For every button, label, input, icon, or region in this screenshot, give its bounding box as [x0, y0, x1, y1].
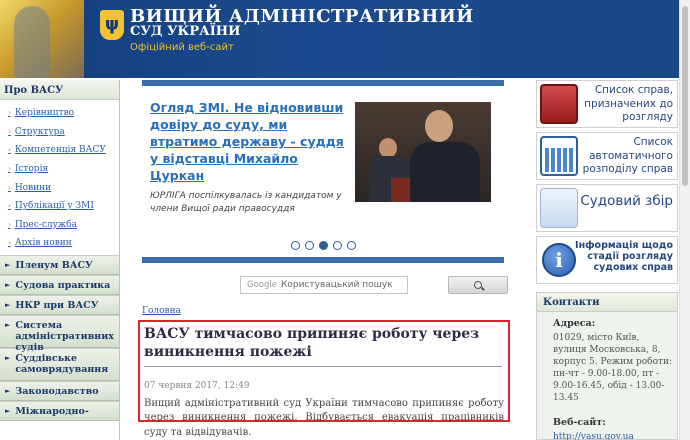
sidebar-item-legislation[interactable]: ► Законодавство — [0, 380, 119, 401]
case-folder-icon — [540, 84, 578, 124]
website-link[interactable]: http://vasu.gov.ua — [553, 432, 673, 440]
contacts-heading: Контакти — [536, 292, 678, 312]
sidebar-subitem-structure[interactable]: › Структура — [8, 123, 119, 142]
court-fee-link[interactable]: Судовий збір — [536, 184, 678, 232]
sidebar-item-practice[interactable]: ► Судова практика — [0, 274, 119, 295]
slider-dot-3[interactable] — [318, 241, 328, 250]
calculator-icon — [540, 188, 578, 228]
page-scrollbar[interactable] — [679, 0, 690, 440]
search-icon — [474, 281, 482, 289]
sidebar-section-about[interactable]: Про ВАСУ — [0, 80, 119, 100]
slide-photo[interactable] — [355, 102, 491, 202]
article-date: 07 червня 2017, 12:49 — [144, 380, 250, 391]
news-slider: Огляд ЗМІ. Не відновивши довіру до суду,… — [142, 80, 504, 263]
slider-dot-2[interactable] — [304, 241, 314, 250]
left-sidebar: Про ВАСУ › Керівництво › Структура › Компет… — [0, 80, 120, 440]
slider-dot-4[interactable] — [332, 241, 342, 250]
sidebar-subitem-news[interactable]: › Новини — [8, 178, 119, 197]
main-content: Огляд ЗМІ. Не відновивши довіру до суду,… — [130, 80, 525, 440]
slide-title-link[interactable]: Огляд ЗМІ. Не відновивши довіру до суду,… — [150, 100, 352, 184]
article-title: ВАСУ тимчасово припиняє роботу через вин… — [144, 326, 502, 367]
address-label: Адреса: — [553, 318, 596, 329]
breadcrumb[interactable]: Головна — [142, 306, 181, 316]
sidebar-subitem-press[interactable]: › Прес-служба — [8, 216, 119, 235]
cases-scheduled-link[interactable]: Список справ, призначених до розгляду — [536, 80, 678, 128]
slider-dots — [142, 241, 504, 250]
search-placeholder: Користувацький пошук — [280, 280, 393, 290]
arrow-icon: › — [8, 202, 11, 211]
sidebar-item-system[interactable]: ► Система адміністративних судів — [0, 314, 119, 353]
arrow-icon: › — [8, 239, 11, 248]
arrow-icon: ► — [5, 299, 11, 309]
sidebar-item-selfgov[interactable]: ► Суддівське самоврядування — [0, 347, 119, 381]
auto-distribution-link[interactable]: Список автоматичного розподілу справ — [536, 132, 678, 180]
info-icon: i — [542, 243, 576, 277]
arrow-icon: ► — [5, 385, 11, 395]
case-status-link[interactable]: i Інформація щодо стадії розгляду судови… — [536, 236, 678, 284]
right-sidebar: Список справ, призначених до розгляду Сп… — [536, 80, 678, 440]
sidebar-item-international[interactable]: ► Міжнародно- — [0, 400, 119, 421]
contacts-panel: Адреса: 01029, місто Київ, вулиця Москов… — [536, 312, 678, 440]
sidebar-subitems: › Керівництво › Структура › Компетенція ВАС… — [0, 100, 119, 255]
sidebar-subitem-competence[interactable]: › Компетенція ВАСУ — [8, 141, 119, 160]
calendar-icon — [540, 136, 578, 176]
arrow-icon: › — [8, 127, 11, 136]
arrow-icon: › — [8, 220, 11, 229]
site-header: ψ ВИЩИЙ АДМІНІСТРАТИВНИЙ СУД УКРАЇНИ Офі… — [0, 0, 690, 78]
address-text: 01029, місто Київ, вулиця Московська, 8,… — [553, 333, 672, 403]
sidebar-item-nkr[interactable]: ► НКР при ВАСУ — [0, 294, 119, 315]
justice-statue-image — [0, 0, 84, 78]
arrow-icon: ► — [5, 405, 11, 415]
slider-dot-5[interactable] — [346, 241, 356, 250]
website-label: Веб-сайт: — [553, 416, 606, 428]
sidebar-subitem-leadership[interactable]: › Керівництво — [8, 104, 119, 123]
trident-emblem-icon: ψ — [100, 10, 124, 40]
arrow-icon: ► — [5, 279, 11, 289]
sidebar-subitem-archive[interactable]: › Архів новин — [8, 234, 119, 253]
sidebar-item-plenum[interactable]: ► Пленум ВАСУ — [0, 254, 119, 275]
scrollbar-thumb[interactable] — [682, 6, 688, 186]
arrow-icon: › — [8, 146, 11, 155]
arrow-icon: ► — [5, 352, 11, 362]
sidebar-subitem-media[interactable]: › Публікації у ЗМІ — [8, 197, 119, 216]
arrow-icon: › — [8, 109, 11, 118]
slider-dot-1[interactable] — [290, 241, 300, 250]
article-text: Вищий адміністративний суд України тимча… — [144, 397, 504, 438]
search-input[interactable]: Google Користувацький пошук — [240, 276, 408, 294]
google-label: Google — [247, 280, 277, 290]
slide-caption: ЮРЛІГА поспілкувалась із кандидатом у чл… — [150, 191, 342, 215]
site-title-line2[interactable]: СУД УКРАЇНИ — [130, 24, 240, 39]
arrow-icon: › — [8, 165, 11, 174]
article-card: ВАСУ тимчасово припиняє роботу через вин… — [138, 320, 510, 438]
sidebar-subitem-history[interactable]: › Історія — [8, 160, 119, 179]
search-button[interactable] — [448, 276, 508, 294]
arrow-icon: ► — [5, 259, 11, 269]
arrow-icon: › — [8, 183, 11, 192]
site-subtitle: Офіційний веб-сайт — [130, 42, 234, 53]
arrow-icon: ► — [5, 319, 11, 329]
